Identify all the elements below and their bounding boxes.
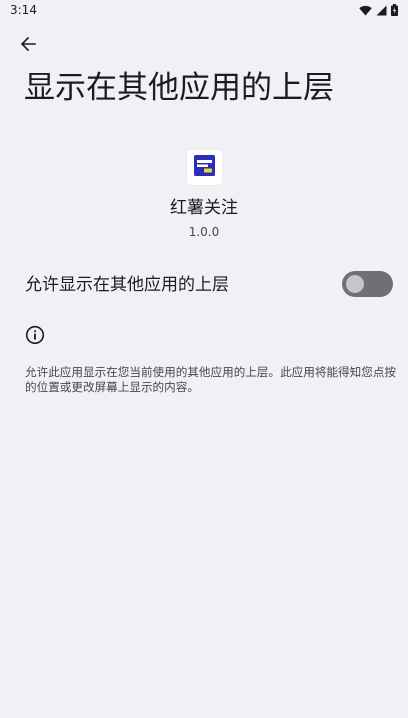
overlay-description: 允许此应用显示在您当前使用的其他应用的上层。此应用将能得知您点按的位置或更改屏幕… bbox=[25, 365, 397, 394]
allow-overlay-toggle[interactable] bbox=[342, 271, 393, 297]
app-name: 红薯关注 bbox=[170, 198, 238, 218]
app-version: 1.0.0 bbox=[188, 225, 220, 239]
status-time: 3:14 bbox=[10, 3, 37, 17]
info-icon bbox=[25, 325, 45, 345]
page-title: 显示在其他应用的上层 bbox=[24, 70, 334, 106]
cellular-signal-icon bbox=[376, 5, 387, 16]
app-header: 红薯关注 1.0.0 bbox=[0, 150, 408, 240]
app-logo-icon bbox=[193, 155, 215, 180]
arrow-back-icon bbox=[20, 36, 36, 56]
allow-overlay-setting-row[interactable]: 允许显示在其他应用的上层 bbox=[0, 264, 408, 306]
status-bar: 3:14 bbox=[0, 0, 408, 22]
battery-icon bbox=[391, 4, 398, 16]
toggle-thumb bbox=[346, 275, 364, 293]
back-button[interactable] bbox=[14, 32, 42, 60]
setting-label: 允许显示在其他应用的上层 bbox=[25, 275, 229, 295]
wifi-icon bbox=[359, 5, 372, 16]
app-icon bbox=[186, 150, 222, 185]
status-icons bbox=[359, 4, 398, 16]
